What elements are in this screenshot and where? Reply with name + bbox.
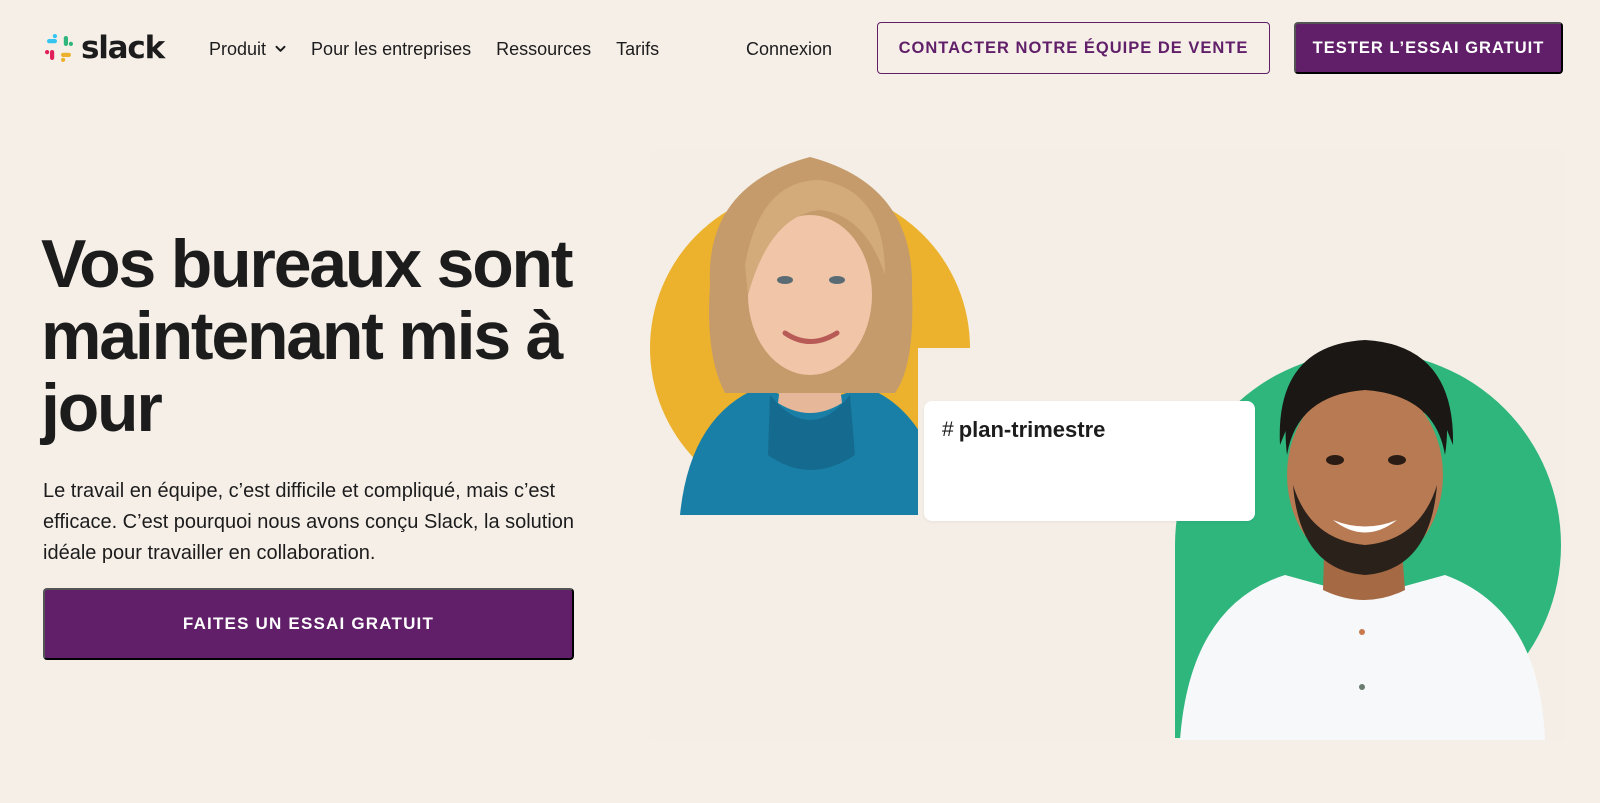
hero-illustration: # plan-trimestre xyxy=(650,150,1565,740)
chevron-down-icon xyxy=(275,45,286,52)
try-free-header-button[interactable]: TESTER L’ESSAI GRATUIT xyxy=(1294,22,1563,74)
woman-portrait-image xyxy=(650,157,970,515)
channel-name: plan-trimestre xyxy=(958,417,1106,442)
hero-title: Vos bureaux sont maintenant mis à jour xyxy=(41,226,574,446)
hero-description: Le travail en équipe, c’est difficile et… xyxy=(43,480,575,564)
man-portrait-image xyxy=(1175,340,1561,740)
nav-item-tarifs[interactable]: Tarifs xyxy=(616,37,659,61)
contact-sales-button[interactable]: CONTACTER NOTRE ÉQUIPE DE VENTE xyxy=(877,22,1270,74)
slack-hash-logo-icon xyxy=(45,34,73,62)
channel-card: # plan-trimestre xyxy=(924,401,1255,521)
try-free-hero-button[interactable]: FAITES UN ESSAI GRATUIT xyxy=(43,588,574,660)
logo-wordmark: slack xyxy=(81,30,165,66)
nav-item-label: Pour les entreprises xyxy=(311,39,472,59)
nav-item-label: Ressources xyxy=(496,39,592,59)
nav-item-produit[interactable]: Produit xyxy=(209,37,286,61)
channel-label: # plan-trimestre xyxy=(942,416,1105,444)
signin-link[interactable]: Connexion xyxy=(746,37,832,61)
nav-item-label: Produit xyxy=(209,39,267,59)
nav-item-entreprises[interactable]: Pour les entreprises xyxy=(311,37,471,61)
slack-logo[interactable]: slack xyxy=(43,30,165,66)
slack-homepage: slack Produit Pour les entreprises Resso… xyxy=(0,0,1600,803)
nav-item-label: Tarifs xyxy=(616,39,660,59)
site-header: slack Produit Pour les entreprises Resso… xyxy=(0,0,1600,98)
main-nav: Produit Pour les entreprises Ressources … xyxy=(209,37,684,61)
nav-item-ressources[interactable]: Ressources xyxy=(496,37,591,61)
hash-icon: # xyxy=(942,418,954,441)
